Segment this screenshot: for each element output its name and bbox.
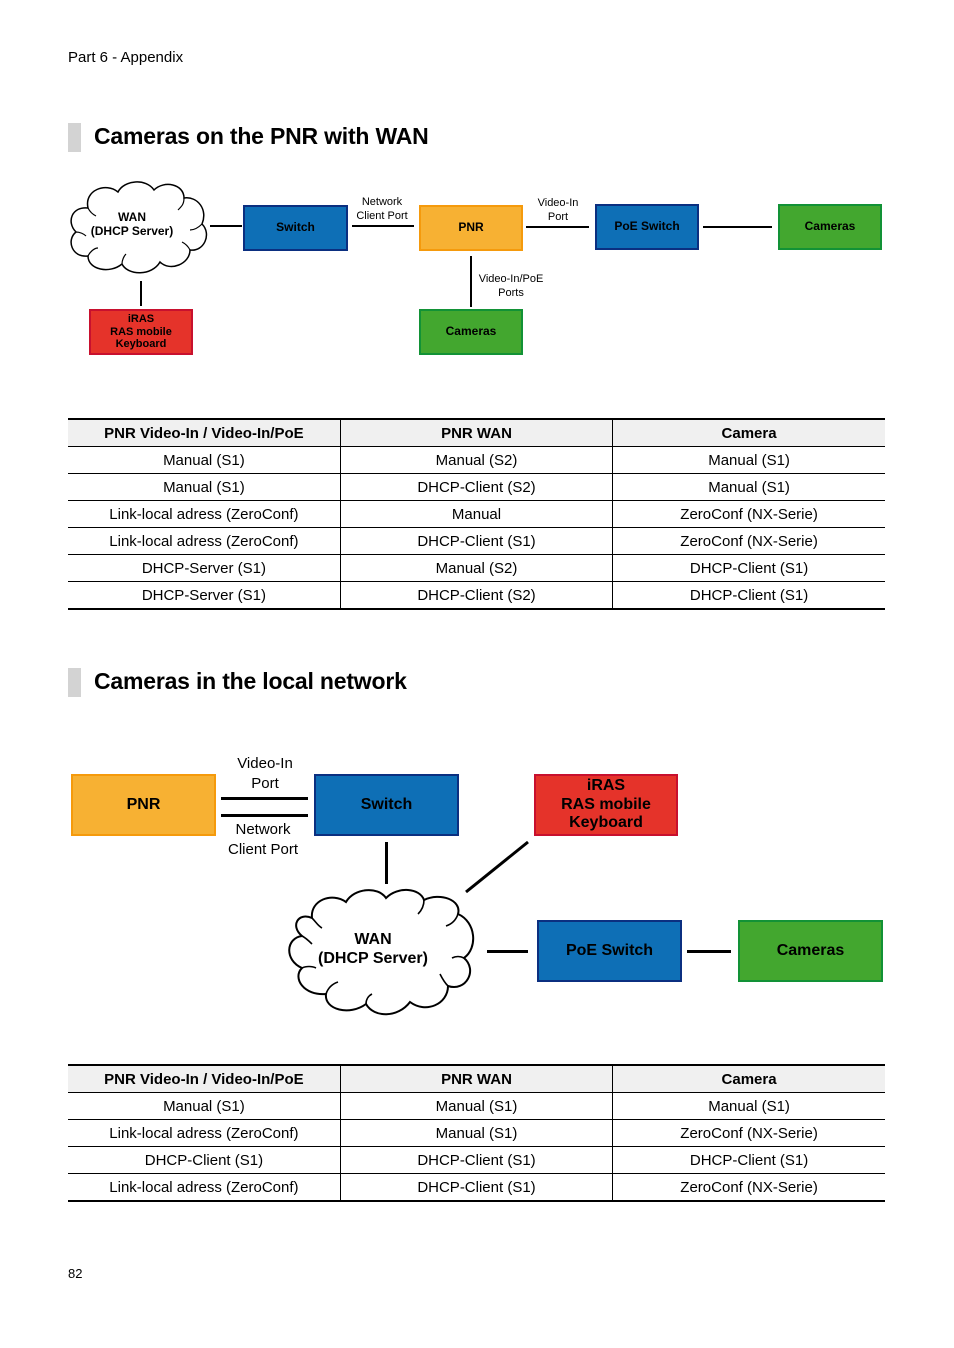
connector-line [385, 842, 388, 884]
connector-line [703, 226, 772, 228]
poe-switch-node: PoE Switch [595, 204, 699, 250]
table-cell: DHCP-Client (S1) [339, 527, 613, 555]
network-client-port-label: Network Client Port [227, 821, 299, 858]
connector-line [465, 840, 529, 894]
table-cell: ZeroConf (NX-Serie) [612, 1119, 885, 1147]
section-title-pnr-wan: Cameras on the PNR with WAN [94, 123, 429, 149]
running-header: Part 6 - Appendix [68, 49, 184, 66]
table-cell: Manual (S1) [612, 1092, 885, 1120]
switch-node: Switch [243, 205, 348, 251]
table-row: Link-local adress (ZeroConf) DHCP-Client… [68, 1173, 885, 1201]
connector-line [140, 281, 142, 306]
wan-cloud-label: WAN (DHCP Server) [90, 210, 174, 239]
table-row: Link-local adress (ZeroConf) DHCP-Client… [68, 527, 885, 555]
video-in-port-label: Video-In Port [537, 197, 579, 224]
table-cell: Manual (S1) [339, 1092, 613, 1120]
column-header: PNR Video-In / Video-In/PoE [68, 419, 341, 447]
table-row: Manual (S1) Manual (S2) Manual (S1) [68, 446, 885, 474]
table-cell: Manual (S1) [339, 1119, 613, 1147]
connector-line [210, 225, 242, 227]
table-cell: Link-local adress (ZeroConf) [68, 527, 341, 555]
video-in-poe-ports-label: Video-In/PoE Ports [478, 273, 544, 300]
table-cell: Manual [339, 500, 613, 528]
table-row: DHCP-Client (S1) DHCP-Client (S1) DHCP-C… [68, 1146, 885, 1174]
table-row: DHCP-Server (S1) DHCP-Client (S2) DHCP-C… [68, 581, 885, 609]
config-table-local-network: PNR Video-In / Video-In/PoE PNR WAN Came… [68, 1064, 885, 1202]
section-marker [68, 668, 81, 697]
table-cell: DHCP-Server (S1) [68, 581, 341, 609]
table-cell: Manual (S1) [68, 1092, 341, 1120]
table-cell: Manual (S2) [339, 446, 613, 474]
table-cell: Manual (S1) [612, 446, 885, 474]
table-cell: Link-local adress (ZeroConf) [68, 500, 341, 528]
cameras-node: Cameras [738, 920, 883, 982]
wan-cloud-label: WAN (DHCP Server) [318, 931, 428, 968]
connector-line [487, 950, 528, 953]
table-cell: ZeroConf (NX-Serie) [612, 1173, 885, 1201]
table-cell: Manual (S2) [339, 554, 613, 582]
config-table-pnr-wan: PNR Video-In / Video-In/PoE PNR WAN Came… [68, 418, 885, 610]
table-cell: DHCP-Client (S2) [339, 473, 613, 501]
table-cell: DHCP-Client (S1) [612, 554, 885, 582]
page-number: 82 [68, 1266, 83, 1281]
table-cell: Link-local adress (ZeroConf) [68, 1173, 341, 1201]
table-row: DHCP-Server (S1) Manual (S2) DHCP-Client… [68, 554, 885, 582]
connector-line [526, 226, 589, 228]
table-cell: Manual (S1) [68, 446, 341, 474]
table-header-row: PNR Video-In / Video-In/PoE PNR WAN Came… [68, 419, 885, 447]
table-row: Link-local adress (ZeroConf) Manual Zero… [68, 500, 885, 528]
connector-line [687, 950, 731, 953]
poe-switch-node: PoE Switch [537, 920, 682, 982]
column-header: PNR WAN [339, 419, 613, 447]
table-cell: ZeroConf (NX-Serie) [612, 500, 885, 528]
network-client-port-label: Network Client Port [356, 196, 408, 223]
table-cell: DHCP-Client (S1) [68, 1146, 341, 1174]
table-cell: Link-local adress (ZeroConf) [68, 1119, 341, 1147]
keyboard-node: iRAS RAS mobile Keyboard [534, 774, 678, 836]
switch-node: Switch [314, 774, 459, 836]
connector-line [470, 256, 472, 307]
table-cell: DHCP-Server (S1) [68, 554, 341, 582]
column-header: Camera [612, 419, 885, 447]
cameras-node: Cameras [419, 309, 523, 355]
table-row: Manual (S1) DHCP-Client (S2) Manual (S1) [68, 473, 885, 501]
column-header: PNR WAN [339, 1065, 613, 1093]
table-cell: DHCP-Client (S1) [339, 1173, 613, 1201]
table-cell: ZeroConf (NX-Serie) [612, 527, 885, 555]
table-row: Link-local adress (ZeroConf) Manual (S1)… [68, 1119, 885, 1147]
connector-line [221, 797, 308, 800]
column-header: PNR Video-In / Video-In/PoE [68, 1065, 341, 1093]
column-header: Camera [612, 1065, 885, 1093]
connector-line [352, 225, 414, 227]
table-cell: DHCP-Client (S1) [612, 581, 885, 609]
pnr-node: PNR [419, 205, 523, 251]
table-cell: DHCP-Client (S1) [612, 1146, 885, 1174]
table-cell: DHCP-Client (S1) [339, 1146, 613, 1174]
section-title-local-network: Cameras in the local network [94, 668, 407, 694]
connector-line [221, 814, 308, 817]
table-row: Manual (S1) Manual (S1) Manual (S1) [68, 1092, 885, 1120]
section-marker [68, 123, 81, 152]
video-in-port-label: Video-In Port [237, 755, 293, 792]
table-cell: Manual (S1) [68, 473, 341, 501]
table-header-row: PNR Video-In / Video-In/PoE PNR WAN Came… [68, 1065, 885, 1093]
table-cell: DHCP-Client (S2) [339, 581, 613, 609]
table-cell: Manual (S1) [612, 473, 885, 501]
cameras-node: Cameras [778, 204, 882, 250]
keyboard-node: iRAS RAS mobile Keyboard [89, 309, 193, 355]
pnr-node: PNR [71, 774, 216, 836]
